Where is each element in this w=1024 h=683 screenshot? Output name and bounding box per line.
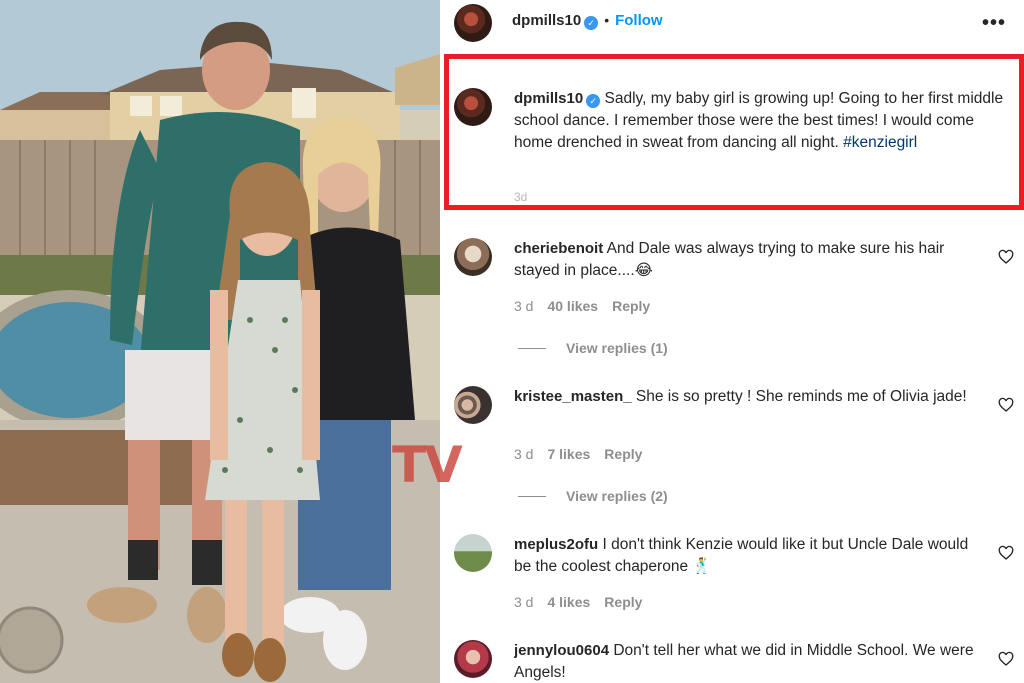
- view-replies-label: View replies (2): [566, 488, 668, 504]
- post-timestamp: 3d: [514, 190, 528, 204]
- comment-item: cheriebenoit And Dale was always trying …: [514, 238, 984, 282]
- reply-button[interactable]: Reply: [604, 594, 642, 610]
- caption-username[interactable]: dpmills10: [514, 90, 583, 107]
- more-options-icon[interactable]: •••: [982, 12, 1006, 35]
- heart-icon[interactable]: [998, 249, 1014, 265]
- comment-username[interactable]: cheriebenoit: [514, 240, 603, 257]
- family-photo-illustration: [0, 0, 440, 683]
- comment-username[interactable]: kristee_masten_: [514, 388, 632, 405]
- comment-avatar[interactable]: [454, 640, 492, 678]
- heart-icon[interactable]: [998, 397, 1014, 413]
- comment-time: 3 d: [514, 594, 534, 610]
- follow-button[interactable]: Follow: [615, 12, 663, 29]
- caption-author-avatar[interactable]: [454, 88, 492, 126]
- comment-item: jennylou0604 Don't tell her what we did …: [514, 640, 984, 683]
- comment-meta: 3 d 7 likes Reply: [514, 446, 656, 462]
- comment-avatar[interactable]: [454, 386, 492, 424]
- post-caption: dpmills10 ✓ Sadly, my baby girl is growin…: [514, 88, 1014, 154]
- heart-icon[interactable]: [998, 651, 1014, 667]
- heart-icon[interactable]: [998, 545, 1014, 561]
- comment-username[interactable]: meplus2ofu: [514, 536, 598, 553]
- comment-item: meplus2ofu I don't think Kenzie would li…: [514, 534, 984, 578]
- comment-time: 3 d: [514, 298, 534, 314]
- post-header: dpmills10 ✓ • Follow •••: [440, 0, 1024, 46]
- header-separator: •: [604, 12, 610, 28]
- reply-button[interactable]: Reply: [612, 298, 650, 314]
- comment-likes[interactable]: 40 likes: [547, 298, 598, 314]
- post-photo: [0, 0, 440, 683]
- reply-button[interactable]: Reply: [604, 446, 642, 462]
- comment-body: She is so pretty ! She reminds me of Oli…: [635, 388, 967, 405]
- comment-time: 3 d: [514, 446, 534, 462]
- verified-badge-icon: ✓: [586, 94, 601, 108]
- comment-likes[interactable]: 7 likes: [547, 446, 590, 462]
- comment-avatar[interactable]: [454, 534, 492, 572]
- comment-likes[interactable]: 4 likes: [547, 594, 590, 610]
- watermark-logo: TV: [392, 436, 463, 494]
- comment-meta: 3 d 40 likes Reply: [514, 298, 664, 314]
- comment-meta: 3 d 4 likes Reply: [514, 594, 656, 610]
- hashtag-link[interactable]: #kenziegirl: [843, 134, 917, 151]
- header-username[interactable]: dpmills10: [512, 12, 581, 29]
- comment-username[interactable]: jennylou0604: [514, 642, 609, 659]
- comment-item: kristee_masten_ She is so pretty ! She r…: [514, 386, 984, 408]
- post-panel: dpmills10 ✓ • Follow ••• dpmills10 ✓ Sadly, …: [440, 0, 1024, 683]
- comment-avatar[interactable]: [454, 238, 492, 276]
- header-author-row: dpmills10 ✓ • Follow: [512, 12, 663, 30]
- view-replies-label: View replies (1): [566, 340, 668, 356]
- verified-badge-icon: ✓: [584, 16, 599, 30]
- author-avatar[interactable]: [454, 4, 492, 42]
- view-replies-button[interactable]: View replies (2): [518, 488, 668, 504]
- divider-line: [518, 495, 546, 497]
- view-replies-button[interactable]: View replies (1): [518, 340, 668, 356]
- divider-line: [518, 347, 546, 349]
